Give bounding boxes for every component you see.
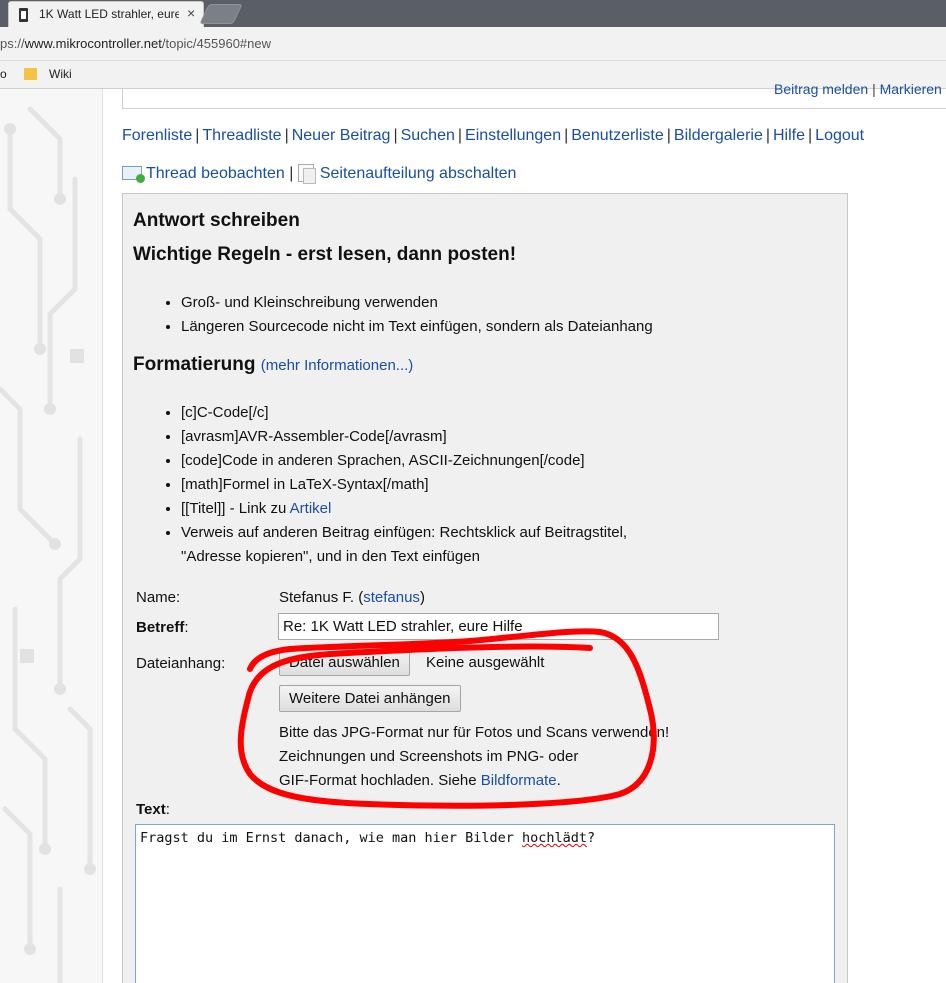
misspelled-word: hochlädt (522, 830, 588, 846)
separator: | (872, 81, 876, 97)
separator: | (284, 127, 289, 144)
thread-options: Thread beobachten | Seitenaufteilung abs… (122, 164, 517, 184)
form-heading: Antwort schreiben (133, 210, 300, 231)
new-tab-button[interactable] (199, 4, 243, 24)
post-action-strip: Beitrag melden | Markieren (122, 81, 946, 109)
format-list: [c]C-Code[/c] [avrasm]AVR-Assembler-Code… (163, 401, 627, 569)
list-item: Groß- und Kleinschreibung verwenden (181, 291, 653, 315)
text-label: Text: (136, 801, 170, 818)
circuit-background (0, 89, 102, 983)
nav-benutzerliste[interactable]: Benutzerliste (571, 127, 664, 144)
close-tab-icon[interactable]: × (187, 5, 195, 21)
content-divider (102, 89, 103, 983)
nav-neuer-beitrag[interactable]: Neuer Beitrag (292, 127, 391, 144)
pages-icon[interactable] (297, 164, 316, 184)
more-info-link[interactable]: (mehr Informationen...) (261, 357, 414, 374)
watch-thread-link[interactable]: Thread beobachten (146, 165, 285, 182)
subject-label: Betreff: (136, 619, 189, 636)
separator: | (765, 127, 770, 144)
message-textarea[interactable]: Fragst du im Ernst danach, wie man hier … (135, 824, 835, 983)
reply-form: Antwort schreiben Wichtige Regeln - erst… (122, 193, 848, 983)
bookmark-item[interactable]: o (0, 67, 7, 81)
url-text[interactable]: ps://www.mikrocontroller.net/topic/45596… (0, 36, 271, 51)
separator: | (666, 127, 671, 144)
choose-file-button[interactable]: Datei auswählen (279, 649, 410, 676)
nav-hilfe[interactable]: Hilfe (773, 127, 805, 144)
bookmark-wiki[interactable]: Wiki (49, 67, 72, 81)
list-item: [avrasm]AVR-Assembler-Code[/avrasm] (181, 425, 627, 449)
nav-suchen[interactable]: Suchen (401, 127, 455, 144)
tab-title: 1K Watt LED strahler, eure (39, 7, 179, 21)
subject-input[interactable] (278, 613, 719, 640)
separator: | (457, 127, 463, 144)
forum-nav: Forenliste | Threadliste | Neuer Beitrag | Suc… (122, 127, 864, 145)
page-content: Beitrag melden | Markieren Forenliste | Th… (0, 81, 946, 983)
browser-tab-bar: 1K Watt LED strahler, eure × (0, 0, 946, 27)
separator: | (393, 127, 398, 144)
image-formats-link[interactable]: Bildformate (481, 772, 557, 789)
list-item: Verweis auf anderen Beitrag einfügen: Re… (181, 521, 627, 569)
no-file-status: Keine ausgewählt (426, 654, 545, 671)
browser-tab[interactable]: 1K Watt LED strahler, eure × (8, 1, 204, 27)
list-item: [math]Formel in LaTeX-Syntax[/math] (181, 473, 627, 497)
mark-post-link[interactable]: Markieren (880, 81, 942, 97)
separator: | (808, 127, 813, 144)
user-profile-link[interactable]: stefanus (363, 589, 420, 606)
rules-heading: Wichtige Regeln - erst lesen, dann poste… (133, 244, 517, 265)
list-item: [[Titel]] - Link zu Artikel (181, 497, 627, 521)
address-bar[interactable]: ps://www.mikrocontroller.net/topic/45596… (0, 27, 946, 61)
add-file-button[interactable]: Weitere Datei anhängen (279, 685, 461, 712)
nav-bildergalerie[interactable]: Bildergalerie (674, 127, 763, 144)
artikel-link[interactable]: Artikel (290, 500, 332, 517)
rules-list: Groß- und Kleinschreibung verwenden Läng… (163, 291, 653, 339)
format-heading: Formatierung (mehr Informationen...) (133, 354, 414, 375)
nav-einstellungen[interactable]: Einstellungen (465, 127, 561, 144)
nav-threadliste[interactable]: Threadliste (202, 127, 281, 144)
separator: | (289, 165, 294, 182)
disable-paging-link[interactable]: Seitenaufteilung abschalten (320, 165, 517, 182)
list-item: Längeren Sourcecode nicht im Text einfüg… (181, 315, 653, 339)
name-value: Stefanus F. (stefanus) (279, 589, 425, 606)
list-item: [c]C-Code[/c] (181, 401, 627, 425)
separator: | (564, 127, 569, 144)
favicon-icon (19, 8, 28, 22)
nav-forenliste[interactable]: Forenliste (122, 127, 192, 144)
folder-icon[interactable] (24, 68, 37, 80)
name-label: Name: (136, 589, 181, 606)
attachment-hint: Bitte das JPG-Format nur für Fotos und S… (279, 724, 670, 789)
report-post-link[interactable]: Beitrag melden (774, 81, 868, 97)
list-item: [code]Code in anderen Sprachen, ASCII-Ze… (181, 449, 627, 473)
circuit-pattern (0, 106, 96, 983)
watch-mail-icon[interactable] (122, 166, 145, 183)
nav-logout[interactable]: Logout (815, 127, 864, 144)
separator: | (195, 127, 200, 144)
attachment-label: Dateianhang: (136, 655, 226, 672)
